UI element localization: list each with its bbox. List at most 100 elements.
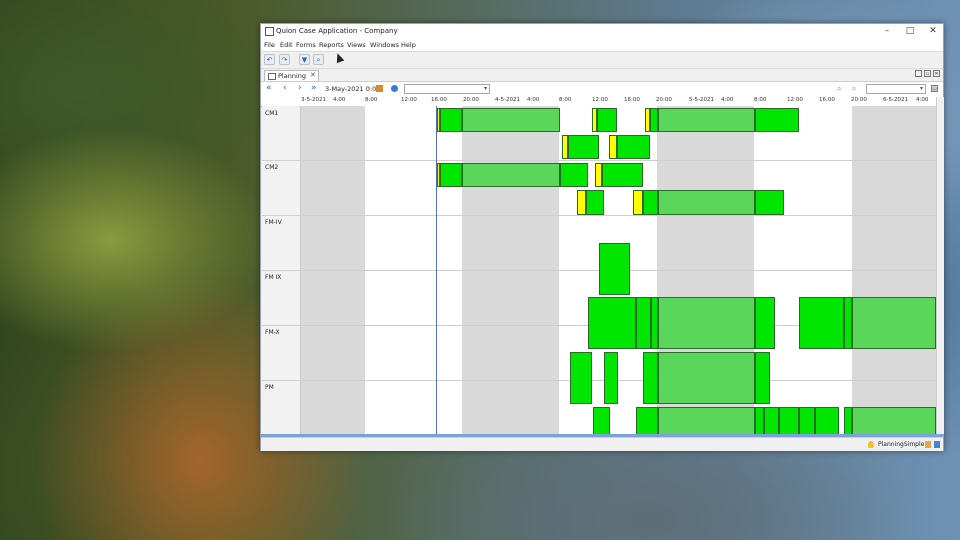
task-block[interactable]	[636, 407, 658, 434]
export-icon[interactable]: ▤	[931, 85, 938, 92]
task-block[interactable]	[462, 163, 560, 187]
task-block[interactable]	[617, 135, 650, 159]
task-block[interactable]	[643, 352, 658, 404]
task-block[interactable]	[602, 163, 643, 187]
panel-restore-icon[interactable]: ▫	[924, 70, 931, 77]
gantt-chart[interactable]: CM1 CM2 FM-IV FM IX FM-X PM	[262, 106, 936, 434]
timeline-tick: 5-5-2021	[689, 97, 714, 103]
task-block[interactable]	[799, 407, 815, 434]
last-page-icon[interactable]: »	[311, 83, 317, 93]
task-block[interactable]	[593, 407, 610, 434]
task-block[interactable]	[852, 297, 936, 349]
menu-windows[interactable]: Windows	[370, 41, 399, 49]
window-title: Quion Case Application - Company	[276, 27, 398, 35]
tab-planning[interactable]: Planning ✕	[264, 70, 319, 81]
title-bar[interactable]: Quion Case Application - Company – □ ✕	[261, 24, 943, 39]
task-block[interactable]	[597, 108, 617, 132]
timeline-tick: 3-5-2021	[301, 97, 326, 103]
task-block[interactable]	[658, 108, 755, 132]
minimize-button[interactable]: –	[878, 25, 896, 38]
timeline-tick: 12:00	[787, 97, 803, 103]
zoom-out-icon[interactable]: ⌕	[852, 84, 856, 94]
tab-bar: Planning ✕ _ ▫ ✕	[261, 69, 943, 81]
edit-icon[interactable]	[925, 441, 931, 448]
task-block[interactable]	[570, 352, 592, 404]
zoom-select[interactable]: ▾	[866, 84, 926, 94]
row-separator	[262, 160, 936, 161]
task-block[interactable]	[440, 108, 462, 132]
task-block[interactable]	[588, 297, 636, 349]
zoom-in-icon[interactable]: ⌕	[837, 84, 841, 94]
timeline-tick: 8:00	[754, 97, 767, 103]
menu-help[interactable]: Help	[401, 41, 416, 49]
task-setup-block[interactable]	[595, 163, 602, 187]
task-block[interactable]	[844, 297, 852, 349]
task-block[interactable]	[658, 297, 755, 349]
calendar-icon[interactable]	[376, 85, 383, 92]
first-page-icon[interactable]: «	[266, 83, 272, 93]
row-label-cm2: CM2	[265, 164, 279, 171]
timeline-tick: 20:00	[851, 97, 867, 103]
panel-close-icon[interactable]: ✕	[933, 70, 940, 77]
task-setup-block[interactable]	[609, 135, 617, 159]
redo-button[interactable]: ↷	[279, 54, 290, 65]
search-button[interactable]: ⌕	[313, 54, 324, 65]
close-button[interactable]: ✕	[924, 25, 942, 38]
row-label-pm: PM	[265, 384, 274, 391]
task-block[interactable]	[560, 163, 588, 187]
timeline-tick: 12:00	[401, 97, 417, 103]
task-setup-block[interactable]	[577, 190, 586, 215]
task-block[interactable]	[764, 407, 779, 434]
timeline-tick: 16:00	[624, 97, 640, 103]
task-setup-block[interactable]	[633, 190, 643, 215]
task-block[interactable]	[799, 297, 844, 349]
task-block[interactable]	[636, 297, 651, 349]
status-planning-mode: PlanningSimple	[878, 441, 925, 448]
task-block[interactable]	[755, 108, 799, 132]
task-block[interactable]	[815, 407, 839, 434]
timeline-tick: 8:00	[365, 97, 378, 103]
task-block[interactable]	[650, 108, 658, 132]
row-label-cm1: CM1	[265, 110, 279, 117]
tab-close-icon[interactable]: ✕	[310, 71, 316, 79]
row-separator	[262, 215, 936, 216]
task-block[interactable]	[440, 163, 462, 187]
timeline-tick: 6-5-2021	[883, 97, 908, 103]
vertical-scrollbar[interactable]	[936, 97, 944, 434]
task-block[interactable]	[658, 352, 755, 404]
filter-button[interactable]: ▼	[299, 54, 310, 65]
prev-page-icon[interactable]: ‹	[283, 83, 287, 93]
task-block[interactable]	[462, 108, 560, 132]
task-block[interactable]	[658, 407, 755, 434]
menu-views[interactable]: Views	[347, 41, 366, 49]
task-block[interactable]	[651, 297, 658, 349]
task-block[interactable]	[755, 407, 764, 434]
task-block[interactable]	[779, 407, 799, 434]
timeline-tick: 20:00	[656, 97, 672, 103]
view-select[interactable]: ▾	[404, 84, 490, 94]
maximize-button[interactable]: □	[901, 25, 919, 38]
task-block[interactable]	[844, 407, 852, 434]
menu-forms[interactable]: Forms	[296, 41, 316, 49]
task-block[interactable]	[755, 352, 770, 404]
row-separator	[262, 380, 936, 381]
undo-button[interactable]: ↶	[264, 54, 275, 65]
panel-minimize-icon[interactable]: _	[915, 70, 922, 77]
info-icon[interactable]	[934, 441, 940, 448]
today-icon[interactable]	[391, 85, 398, 92]
next-page-icon[interactable]: ›	[298, 83, 302, 93]
task-block[interactable]	[755, 190, 784, 215]
menu-reports[interactable]: Reports	[319, 41, 344, 49]
chevron-down-icon: ▾	[919, 85, 923, 92]
menu-bar: File Edit Forms Reports Views Windows He…	[261, 39, 943, 51]
task-block[interactable]	[852, 407, 936, 434]
task-block[interactable]	[568, 135, 599, 159]
task-block[interactable]	[643, 190, 658, 215]
menu-file[interactable]: File	[264, 41, 275, 49]
task-block[interactable]	[604, 352, 618, 404]
task-block[interactable]	[586, 190, 604, 215]
task-block[interactable]	[755, 297, 775, 349]
menu-edit[interactable]: Edit	[280, 41, 293, 49]
task-block[interactable]	[599, 243, 630, 295]
task-block[interactable]	[658, 190, 755, 215]
